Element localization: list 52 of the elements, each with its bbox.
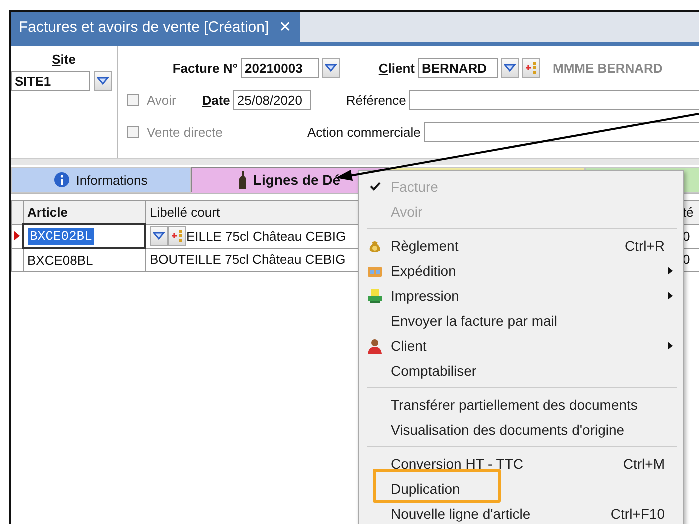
invoice-number-field[interactable]: 20210003 xyxy=(241,58,319,78)
menu-item[interactable]: Duplication xyxy=(359,476,683,501)
menu-item[interactable]: Impression xyxy=(359,283,683,308)
date-label: Date xyxy=(201,92,230,108)
dropdown-button[interactable] xyxy=(501,58,519,78)
window-tab[interactable]: Factures et avoirs de vente [Création] ✕ xyxy=(11,12,300,42)
action-field[interactable] xyxy=(424,122,699,142)
table-cell[interactable]: BXCE02BL xyxy=(23,224,146,248)
caret-icon xyxy=(153,232,166,240)
action-label: Action commerciale xyxy=(306,124,421,140)
plus-list-icon xyxy=(525,61,537,75)
site-label: Site xyxy=(52,52,76,67)
dropdown-button[interactable] xyxy=(94,71,112,91)
dropdown-button[interactable] xyxy=(322,58,340,78)
submenu-arrow-icon xyxy=(668,342,673,350)
caret-icon xyxy=(325,64,337,72)
menu-item[interactable]: Conversion HT - TTC Ctrl+M xyxy=(359,451,683,476)
shortcut-label: Ctrl+M xyxy=(623,456,665,472)
info-icon xyxy=(54,172,70,188)
add-button[interactable] xyxy=(522,58,540,78)
caret-icon xyxy=(97,77,109,85)
reference-label: Référence xyxy=(345,92,406,108)
submenu-arrow-icon xyxy=(668,266,673,274)
menu-item[interactable]: Comptabiliser xyxy=(359,358,683,383)
printer-icon xyxy=(368,288,382,302)
submenu-arrow-icon xyxy=(668,292,673,300)
site-field[interactable]: SITE1 xyxy=(11,71,90,91)
plus-list-icon xyxy=(171,229,184,243)
date-field[interactable]: 25/08/2020 xyxy=(233,90,312,110)
client-label: Client xyxy=(378,60,415,76)
client-field[interactable]: BERNARD xyxy=(418,58,498,78)
menu-item[interactable]: Transférer partiellement des documents xyxy=(359,392,683,417)
box-icon xyxy=(368,266,382,276)
person-icon xyxy=(368,339,382,354)
menu-item[interactable]: Visualisation des documents d'origine xyxy=(359,417,683,442)
caret-icon xyxy=(504,64,516,72)
menu-item[interactable]: Nouvelle ligne d'article Ctrl+F10 xyxy=(359,501,683,524)
add-button[interactable] xyxy=(168,226,186,246)
money-bag-icon xyxy=(370,241,380,252)
client-name: MMME BERNARD xyxy=(553,60,663,76)
facture-label: Facture N° xyxy=(172,60,238,76)
column-header[interactable]: Article xyxy=(23,200,146,224)
tab[interactable]: Informations xyxy=(11,167,191,193)
close-button[interactable]: ✕ xyxy=(279,18,292,36)
menu-item[interactable]: Client xyxy=(359,333,683,358)
reference-field[interactable] xyxy=(409,90,699,110)
table-cell: BXCE08BL xyxy=(23,248,146,272)
dropdown-button[interactable] xyxy=(150,226,168,246)
table-cell: EILLE 75cl Château CEBIG xyxy=(186,228,346,244)
menu-item[interactable]: Envoyer la facture par mail xyxy=(359,308,683,333)
bottle-icon xyxy=(239,171,248,189)
shortcut-label: Ctrl+F10 xyxy=(610,506,665,522)
